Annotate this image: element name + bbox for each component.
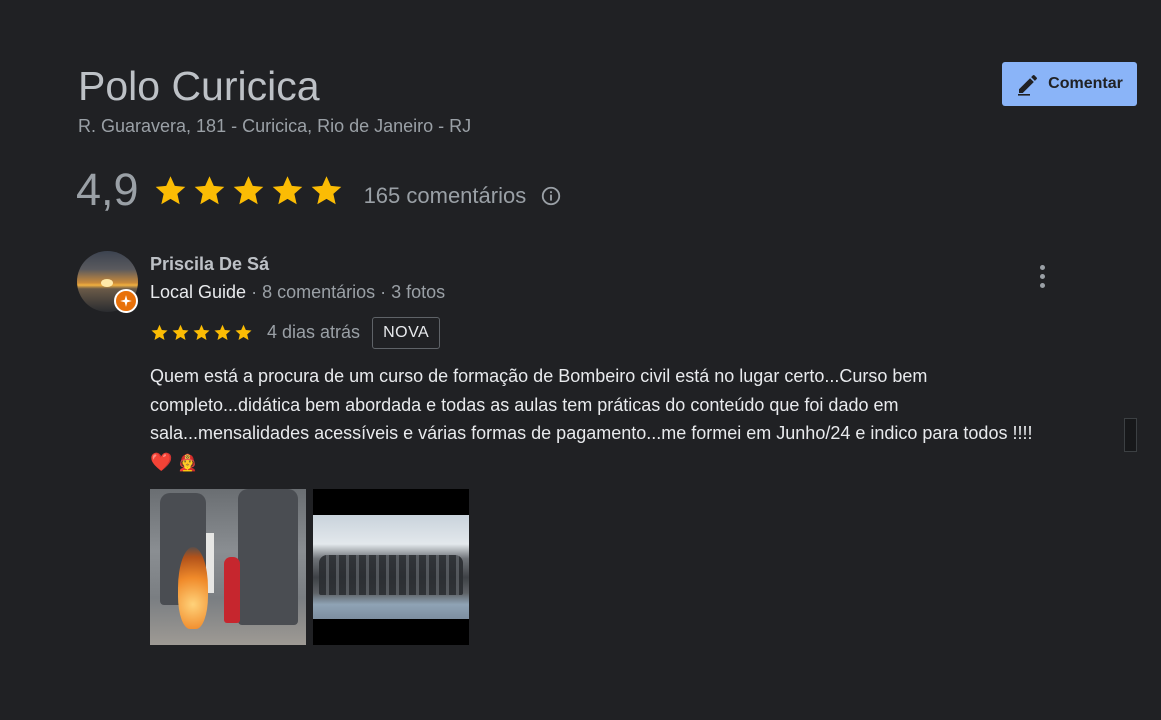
star-icon xyxy=(193,324,210,340)
rating-summary: 4,9 165 comentários xyxy=(76,162,562,218)
review-count: 165 comentários xyxy=(363,183,527,208)
rating-value: 4,9 xyxy=(76,164,139,215)
edit-pencil-icon xyxy=(1018,74,1038,96)
star-icon xyxy=(155,175,185,204)
review-date: 4 dias atrás xyxy=(267,322,361,342)
local-guide-label: Local Guide xyxy=(150,282,247,302)
firefighter-emoji: 🧑‍🚒 xyxy=(177,452,198,472)
reviewer-meta: Local Guide · 8 comentários · 3 fotos xyxy=(150,281,445,303)
place-address: R. Guaravera, 181 - Curicica, Rio de Jan… xyxy=(78,116,472,136)
more-dot xyxy=(1039,273,1045,279)
review-body: Quem está a procura de um curso de forma… xyxy=(150,366,1033,443)
review-text: Quem está a procura de um curso de forma… xyxy=(150,362,1050,477)
comment-button-label: Comentar xyxy=(1048,75,1123,92)
photo-figure xyxy=(238,489,298,625)
meta-separator: · xyxy=(246,282,263,302)
reviewer-comment-count: 8 comentários xyxy=(262,282,376,302)
info-icon[interactable] xyxy=(540,185,562,207)
photo-scene xyxy=(313,515,469,619)
star-icon xyxy=(272,175,302,204)
meta-separator: · xyxy=(375,282,392,302)
comment-button[interactable]: Comentar xyxy=(1002,62,1137,106)
more-dot xyxy=(1039,264,1045,270)
reviewer-name[interactable]: Priscila De Sá xyxy=(150,253,269,275)
star-icon xyxy=(172,324,189,340)
review-stars xyxy=(150,323,253,342)
star-icon xyxy=(233,175,263,204)
star-icon xyxy=(194,175,224,204)
photo-fire xyxy=(178,547,208,629)
photo-crowd xyxy=(319,555,463,595)
photo-extinguisher xyxy=(224,557,240,623)
reviewer-photo-count: 3 fotos xyxy=(391,282,446,302)
place-title: Polo Curicica xyxy=(78,63,320,109)
avatar-sun xyxy=(101,279,113,287)
review-rating-row: 4 dias atrás NOVA xyxy=(150,316,441,349)
star-icon xyxy=(235,324,252,340)
local-guide-badge-icon xyxy=(114,289,138,313)
more-dot xyxy=(1039,282,1045,288)
new-badge: NOVA xyxy=(372,316,441,349)
sparkle-icon xyxy=(120,295,132,307)
review-photos xyxy=(150,489,469,645)
star-icon xyxy=(214,324,231,340)
star-icon xyxy=(151,324,168,340)
heart-emoji: ❤️ xyxy=(150,451,173,473)
review-photo-firefighter-training[interactable] xyxy=(150,489,306,645)
review-page: Polo Curicica R. Guaravera, 181 - Curici… xyxy=(0,0,1161,720)
review-photo-group[interactable] xyxy=(313,489,469,645)
more-options-icon[interactable] xyxy=(1030,262,1054,290)
rating-stars xyxy=(153,173,344,208)
scroll-handle[interactable] xyxy=(1124,418,1137,452)
star-icon xyxy=(311,175,341,204)
